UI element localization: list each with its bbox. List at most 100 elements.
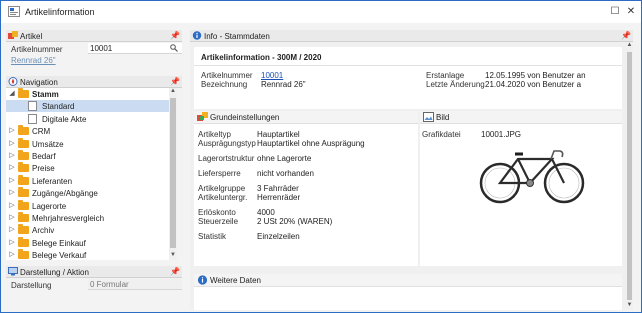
nav-item-label: Bedarf	[32, 152, 56, 161]
scroll-up-icon[interactable]: ▲	[626, 42, 633, 50]
nav-item[interactable]: ▷ Archiv	[6, 224, 169, 236]
nav-item-label: Belege Verkauf	[32, 251, 87, 260]
expand-arrow-icon[interactable]: ▷	[8, 139, 16, 147]
nav-item[interactable]: ▷ Mehrjahresvergleich	[6, 212, 169, 224]
artikel-group-header[interactable]: Artikel 📌	[6, 30, 182, 42]
nav-item[interactable]: ▷ Lagerorte	[6, 199, 169, 212]
article-info-card: Artikelinformation - 300M / 2020 Artikel…	[194, 47, 622, 109]
expand-arrow-icon[interactable]: ▷	[8, 201, 16, 209]
expand-arrow-icon[interactable]: ▷	[8, 213, 16, 221]
nav-item[interactable]: ▷ CRM	[6, 125, 169, 137]
expand-arrow-icon[interactable]: ▷	[8, 163, 16, 171]
page-icon	[28, 101, 37, 112]
nav-item-label: Belege Einkauf	[32, 238, 86, 248]
erstanlage-value: 12.05.1995 von Benutzer an	[485, 71, 586, 80]
folder-icon	[18, 150, 29, 160]
weitere-daten-title: Weitere Daten	[210, 276, 261, 285]
expand-arrow-icon[interactable]: ▷	[8, 126, 16, 134]
weitere-daten-header[interactable]: Weitere Daten	[194, 274, 622, 287]
info-icon	[197, 275, 208, 285]
grund-row-value: ohne Lagerorte	[257, 154, 312, 163]
darstellung-field[interactable]: 0 Formular	[88, 279, 182, 290]
darstellung-group-title: Darstellung / Aktion	[20, 268, 89, 277]
nav-item[interactable]: ▷ Bedarf	[6, 150, 169, 162]
nav-item-label: Lagerorte	[32, 201, 67, 211]
artikelnummer-field[interactable]: 10001	[88, 43, 182, 54]
settings-icon	[197, 112, 208, 121]
scrollbar-thumb[interactable]	[170, 98, 176, 248]
nav-item[interactable]: ▷ Umsätze	[6, 137, 169, 150]
navigation-scrollbar[interactable]: ▲ ▼	[169, 88, 177, 260]
pin-icon[interactable]: 📌	[621, 31, 631, 40]
nav-item[interactable]: ▷ Belege Einkauf	[6, 236, 169, 249]
artikelnummer-label: Artikelnummer	[11, 45, 63, 54]
nav-item-label: Zugänge/Abgänge	[32, 189, 98, 199]
right-pane: Info - Stammdaten 📌 Artikelinformation -…	[190, 30, 633, 310]
folder-icon	[18, 212, 29, 222]
grund-row-label: Statistik	[198, 232, 227, 241]
grundeinstellungen-card: Grundeinstellungen Artikeltyp Hauptartike…	[194, 111, 418, 266]
pin-icon[interactable]: 📌	[170, 77, 180, 86]
expand-arrow-icon[interactable]: ▷	[8, 188, 16, 196]
window-title: Artikelinformation	[25, 7, 95, 17]
nav-item-label: Stamm	[32, 90, 59, 99]
darstellung-group-header[interactable]: Darstellung / Aktion 📌	[6, 266, 182, 278]
page-icon	[28, 113, 37, 124]
display-icon	[8, 267, 18, 276]
expand-arrow-icon[interactable]: ▷	[8, 250, 16, 258]
expand-arrow-icon[interactable]: ▷	[8, 238, 16, 246]
nav-item[interactable]: ▷ Belege Verkauf	[6, 249, 169, 260]
nav-item[interactable]: ▷ Zugänge/Abgänge	[6, 187, 169, 199]
nav-item-label: Mehrjahresvergleich	[32, 214, 105, 223]
navigation-tree[interactable]: ◢ Stamm Standard Digitale Akte ▷ CRM ▷ Umsätze ▷…	[6, 88, 169, 260]
expand-arrow-icon[interactable]: ▷	[8, 151, 16, 159]
nav-item-label: Lieferanten	[32, 176, 73, 186]
erstanlage-label: Erstanlage	[426, 71, 465, 80]
scroll-down-icon[interactable]: ▼	[626, 302, 633, 310]
nav-item[interactable]: ◢ Stamm	[6, 88, 169, 100]
folder-icon	[18, 199, 29, 210]
right-scrollbar[interactable]: ▲ ▼	[626, 42, 633, 310]
bild-title: Bild	[436, 113, 450, 122]
nav-item-label: Digitale Akte	[42, 114, 87, 124]
nav-item[interactable]: ▷ Lieferanten	[6, 174, 169, 187]
card-divider	[194, 65, 622, 66]
card-title: Artikelinformation - 300M / 2020	[201, 53, 322, 62]
grund-row-value: Einzelzeilen	[257, 232, 300, 241]
pin-icon[interactable]: 📌	[170, 31, 180, 40]
nav-item[interactable]: ▷ Preise	[6, 162, 169, 174]
bild-header[interactable]: Bild	[420, 111, 622, 124]
bicycle-image	[479, 150, 585, 204]
expand-arrow-icon[interactable]: ▷	[8, 176, 16, 184]
scroll-up-icon[interactable]: ▲	[169, 88, 177, 96]
collapse-arrow-icon[interactable]: ◢	[8, 89, 16, 97]
navigation-group-title: Navigation	[20, 78, 58, 87]
folder-icon	[18, 174, 29, 185]
nav-item-label: Preise	[32, 164, 55, 174]
image-icon	[423, 112, 434, 122]
letzte-aenderung-value: 21.04.2020 von Benutzer a	[485, 80, 582, 89]
app-icon	[8, 6, 20, 17]
nav-item[interactable]: Digitale Akte	[6, 113, 169, 125]
expand-arrow-icon[interactable]: ▷	[8, 225, 16, 233]
bezeichnung-value: Rennrad 26"	[261, 80, 306, 89]
info-header[interactable]: Info - Stammdaten 📌	[190, 30, 633, 42]
artikelnummer-link[interactable]: 10001	[261, 71, 283, 80]
grund-row-value: Hauptartikel ohne Ausprägung	[257, 139, 365, 148]
grund-row-label: Artikeluntergr.	[198, 193, 248, 202]
nav-item-label: CRM	[32, 127, 51, 137]
nav-item[interactable]: Standard	[6, 100, 169, 113]
pin-icon[interactable]: 📌	[170, 267, 180, 276]
grund-row-value: 2 USt 20% (WAREN)	[257, 217, 333, 226]
grund-row-label: Ausprägungstyp	[198, 139, 256, 148]
grundeinstellungen-header[interactable]: Grundeinstellungen	[194, 111, 418, 124]
navigation-group-header[interactable]: Navigation 📌	[6, 76, 182, 88]
search-icon[interactable]	[170, 44, 178, 52]
darstellung-label: Darstellung	[11, 281, 52, 290]
close-button[interactable]: ✕	[621, 4, 641, 20]
scroll-down-icon[interactable]: ▼	[169, 252, 177, 260]
artikelnummer-info-label: Artikelnummer	[201, 71, 253, 80]
grund-row-label: Artikeltyp	[198, 130, 231, 139]
scrollbar-thumb[interactable]	[627, 52, 632, 300]
weitere-daten-card: Weitere Daten	[194, 274, 622, 310]
